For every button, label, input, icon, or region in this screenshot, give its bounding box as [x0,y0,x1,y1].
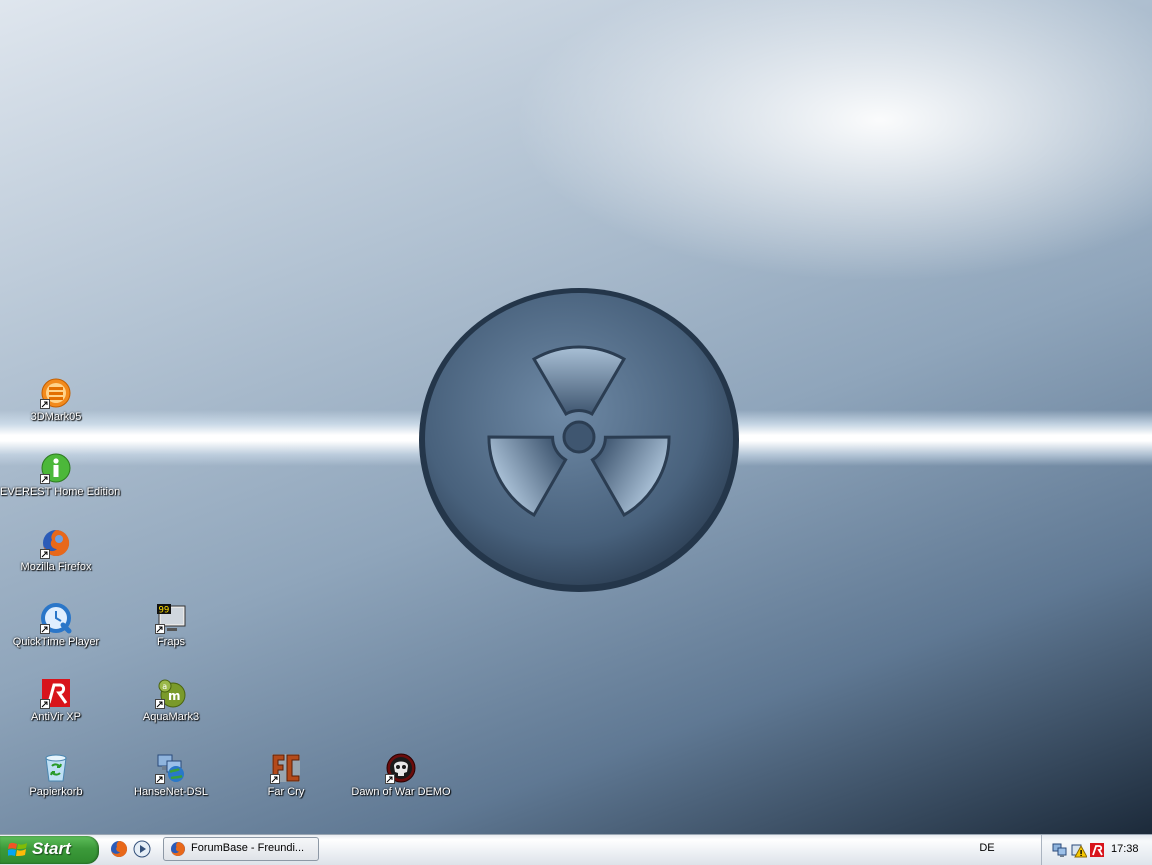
shortcut-arrow-icon [40,624,50,634]
desktop-icon-label: AntiVir XP [31,711,81,723]
firefox-icon [171,842,185,856]
shortcut-arrow-icon [155,624,165,634]
antivir-tray-icon[interactable] [1089,842,1105,858]
farcry-icon [270,752,302,784]
shortcut-arrow-icon [155,699,165,709]
everest-info-icon [40,452,72,484]
network-connection-icon [155,752,187,784]
recycle-bin-icon [40,752,72,784]
shortcut-arrow-icon [40,399,50,409]
shortcut-arrow-icon [270,774,280,784]
fraps-icon: 99 [155,602,187,634]
desktop-icon-aquamark3[interactable]: am AquaMark3 [115,677,227,749]
desktop-icon-label: Papierkorb [29,786,83,798]
firefox-icon [40,527,72,559]
windows-logo-icon [8,842,27,856]
3dmark-icon [40,377,72,409]
desktop-icon-label: AquaMark3 [142,711,200,723]
quick-launch-media-player-icon[interactable] [133,840,151,858]
svg-text:m: m [168,689,181,703]
desktop-icon-3dmark05[interactable]: 3DMark05 [0,377,112,449]
desktop-icon-label: HanseNet-DSL [134,786,208,798]
desktop-icon-firefox[interactable]: Mozilla Firefox [0,527,112,599]
antivir-icon [40,677,72,709]
desktop-icon-everest[interactable]: EVEREST Home Edition [0,452,121,524]
network-icon[interactable] [1052,842,1068,858]
desktop-icon-hansenet-dsl[interactable]: HanseNet-DSL [115,752,227,824]
quick-launch-firefox-icon[interactable] [110,840,128,858]
taskbar: Start ForumBase - Freundi... DE 17:38 [0,834,1152,865]
desktop-icon-papierkorb[interactable]: Papierkorb [0,752,112,824]
security-warning-icon[interactable] [1071,842,1087,858]
desktop[interactable]: 3DMark05 EVEREST Home Edition Mozilla Fi… [0,0,1152,834]
desktop-icon-far-cry[interactable]: Far Cry [230,752,342,824]
system-tray: 17:38 [1041,835,1152,865]
desktop-icon-label: Mozilla Firefox [20,561,92,573]
taskbar-button-forumbase[interactable]: ForumBase - Freundi... [163,837,319,861]
desktop-icon-fraps[interactable]: 99 Fraps [115,602,227,674]
taskbar-button-label: ForumBase - Freundi... [191,842,305,854]
desktop-icon-label: 3DMark05 [30,411,82,423]
start-button[interactable]: Start [0,836,99,864]
svg-text:a: a [162,682,167,691]
desktop-icon-antivir[interactable]: AntiVir XP [0,677,112,749]
desktop-icon-quicktime[interactable]: QuickTime Player [0,602,112,674]
quicktime-icon [40,602,72,634]
desktop-icon-label: Dawn of War DEMO [351,786,451,798]
start-label: Start [32,839,71,858]
svg-text:99: 99 [159,606,170,616]
clock[interactable]: 17:38 [1111,843,1139,855]
shortcut-arrow-icon [155,774,165,784]
shortcut-arrow-icon [40,474,50,484]
desktop-icon-label: EVEREST Home Edition [0,486,121,498]
radiation-emblem [419,288,739,592]
desktop-icon-label: QuickTime Player [12,636,100,648]
aquamark-icon: am [155,677,187,709]
shortcut-arrow-icon [40,699,50,709]
language-indicator[interactable]: DE [976,842,998,858]
desktop-icon-label: Far Cry [267,786,305,798]
shortcut-arrow-icon [40,549,50,559]
dawn-of-war-icon [385,752,417,784]
shortcut-arrow-icon [385,774,395,784]
desktop-icon-dawn-of-war[interactable]: Dawn of War DEMO [345,752,457,824]
desktop-icon-label: Fraps [156,636,186,648]
